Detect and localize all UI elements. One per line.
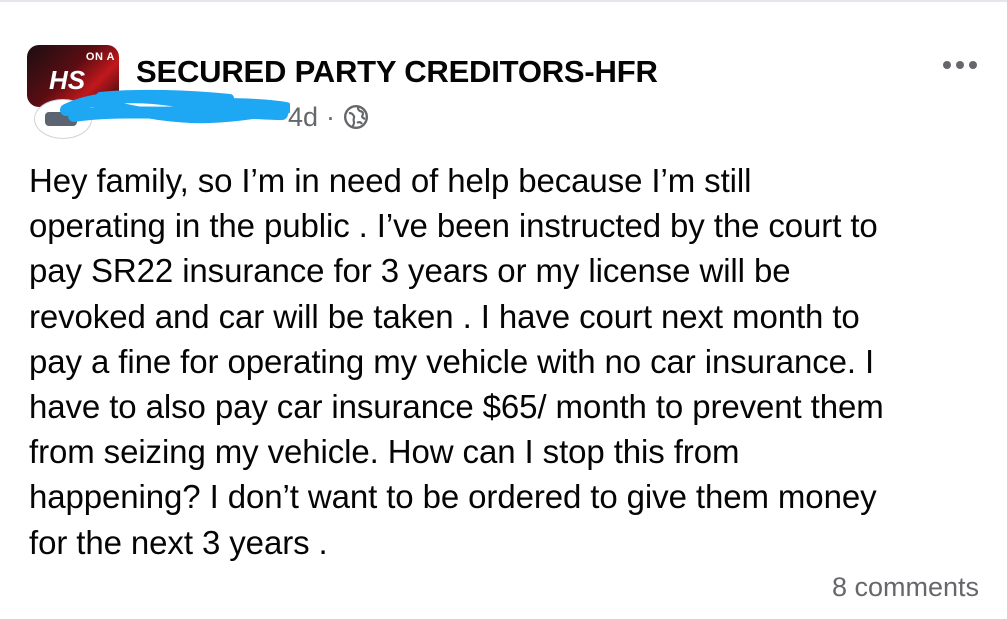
meta-separator: ·	[326, 101, 336, 132]
avatar-stack: ON A HS	[27, 45, 119, 138]
post-meta: 4d ·	[136, 100, 369, 134]
comments-count-link[interactable]: 8 comments	[832, 572, 979, 603]
author-name-redacted[interactable]	[136, 102, 286, 132]
group-avatar-mark: HS	[49, 65, 86, 95]
group-avatar-text: ON A	[85, 51, 115, 63]
author-avatar[interactable]	[35, 100, 91, 138]
more-options-button[interactable]	[932, 50, 988, 80]
post-body-text: Hey family, so I’m in need of help becau…	[29, 162, 884, 561]
globe-icon[interactable]	[343, 104, 369, 130]
post-timestamp[interactable]: 4d	[288, 102, 318, 133]
group-post: ON A HS SECURED PARTY CREDITORS-HFR 4d ·…	[0, 0, 1007, 619]
more-dots-icon	[943, 61, 977, 69]
group-name-link[interactable]: SECURED PARTY CREDITORS-HFR	[136, 54, 658, 90]
author-avatar-image	[45, 112, 77, 126]
group-avatar[interactable]: ON A HS	[27, 45, 119, 107]
